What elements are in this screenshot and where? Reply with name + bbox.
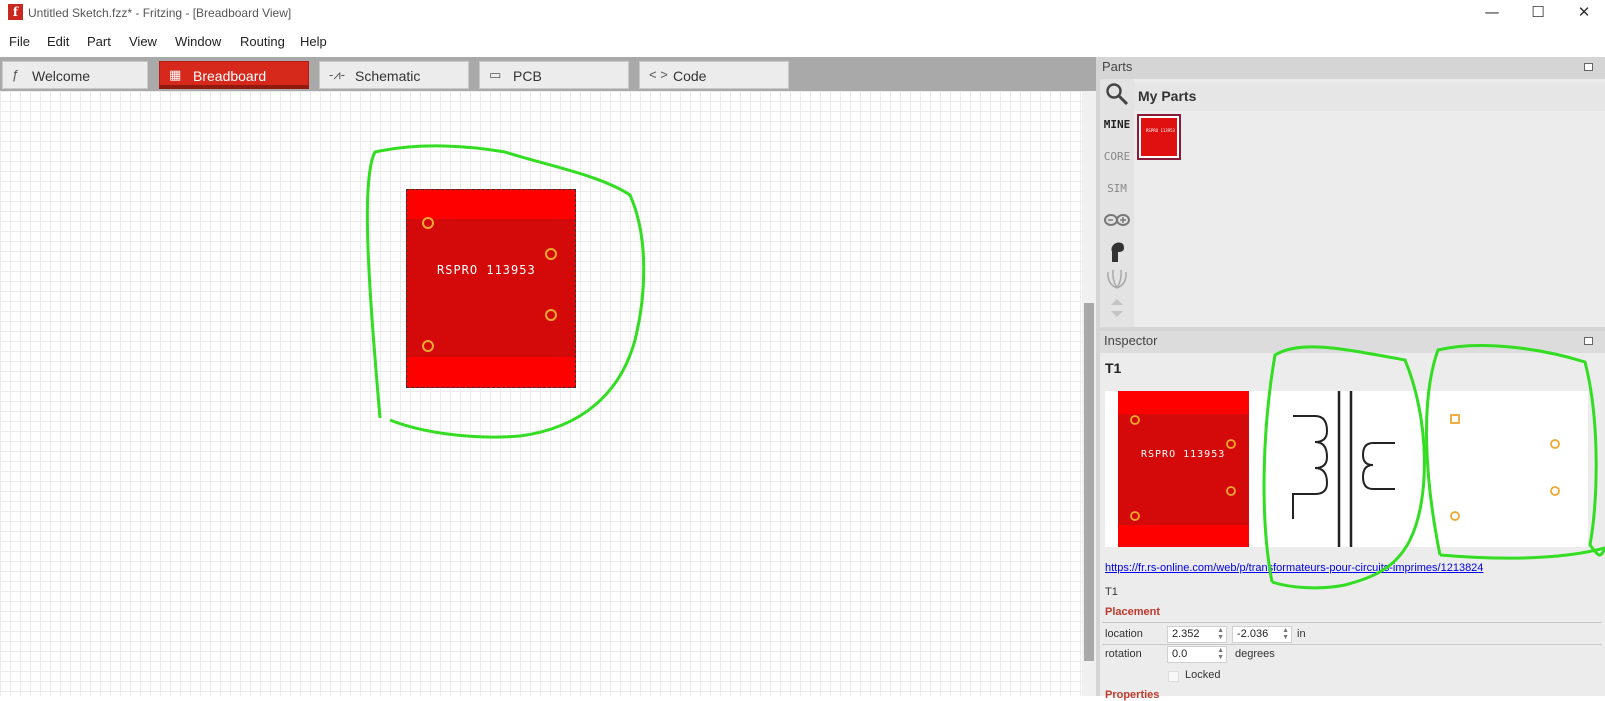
- parts-panel-title: Parts: [1102, 59, 1133, 74]
- close-icon: ✕: [1577, 3, 1591, 21]
- schematic-view-image: [1292, 391, 1395, 547]
- rotation-unit: degrees: [1235, 648, 1275, 660]
- menu-window[interactable]: Window: [175, 34, 221, 49]
- minimize-icon: —: [1484, 3, 1500, 21]
- menu-file[interactable]: File: [9, 34, 30, 49]
- inspector-part-title: T1: [1105, 360, 1122, 376]
- tab-breadboard[interactable]: ▦ Breadboard: [159, 61, 309, 89]
- location-y-input[interactable]: -2.036 ▲ ▼: [1232, 626, 1292, 643]
- part-body: [407, 219, 575, 357]
- transformer-part-breadboard[interactable]: RSPRO 113953: [406, 189, 576, 388]
- location-x-input[interactable]: 2.352 ▲ ▼: [1167, 626, 1227, 643]
- location-y-value: -2.036: [1237, 628, 1269, 640]
- rotation-value: 0.0: [1172, 648, 1188, 660]
- locked-checkbox[interactable]: [1168, 671, 1179, 682]
- part-pin[interactable]: [422, 340, 434, 352]
- close-button[interactable]: ✕: [1561, 0, 1605, 27]
- bin-header: [1134, 82, 1605, 111]
- part-label-value: T1: [1105, 586, 1118, 598]
- bin-part-thumbnail[interactable]: RSPRO 113953: [1137, 114, 1181, 160]
- inspector-title: Inspector: [1104, 333, 1158, 348]
- tab-breadboard-label: Breadboard: [193, 68, 267, 84]
- placement-header: Placement: [1105, 606, 1161, 618]
- tab-code[interactable]: < > Code: [639, 61, 789, 89]
- magnifier-icon[interactable]: [1104, 81, 1130, 107]
- menu-view[interactable]: View: [129, 34, 157, 49]
- pcb-icon: ▭: [489, 67, 502, 82]
- view-tab-bar: ƒ Welcome ▦ Breadboard -⩘- Schematic ▭ P…: [0, 57, 1096, 91]
- thumb-part-graphic: [1141, 118, 1177, 156]
- fritzing-hand-icon[interactable]: [1104, 238, 1130, 264]
- spin-arrows-icon[interactable]: ▲ ▼: [1217, 647, 1224, 661]
- breadboard-canvas[interactable]: [0, 91, 1082, 696]
- menu-bar: File Edit Part View Window Routing Help: [0, 28, 1605, 56]
- rotation-input[interactable]: 0.0 ▲ ▼: [1167, 646, 1227, 663]
- tab-pcb-label: PCB: [513, 68, 542, 84]
- spin-arrows-icon[interactable]: ▲ ▼: [1217, 627, 1224, 641]
- pcb-view-image: [1450, 414, 1560, 521]
- locked-label: Locked: [1185, 669, 1221, 681]
- inspector-title-bar: [1100, 331, 1605, 353]
- maximize-icon: ☐: [1531, 3, 1545, 21]
- tab-schematic-label: Schematic: [355, 68, 421, 84]
- bin-tab-sim[interactable]: SIM: [1100, 182, 1134, 195]
- tab-welcome-label: Welcome: [32, 68, 91, 84]
- tab-pcb[interactable]: ▭ PCB: [479, 61, 629, 89]
- part-pin[interactable]: [545, 309, 557, 321]
- bin-tab-core[interactable]: CORE: [1100, 150, 1134, 163]
- breadboard-grid-icon: ▦: [169, 67, 182, 82]
- part-pin[interactable]: [422, 217, 434, 229]
- menu-help[interactable]: Help: [300, 34, 327, 49]
- menu-routing[interactable]: Routing: [240, 34, 285, 49]
- properties-header: Properties: [1105, 689, 1160, 701]
- bin-tab-mine[interactable]: MINE: [1100, 118, 1134, 131]
- maximize-button[interactable]: ☐: [1515, 0, 1561, 27]
- part-datasheet-link[interactable]: https://fr.rs-online.com/web/p/transform…: [1105, 562, 1483, 574]
- bin-title: My Parts: [1138, 88, 1197, 104]
- code-brackets-icon: < >: [649, 67, 668, 82]
- fritzing-app-icon: f: [8, 4, 23, 20]
- float-panel-icon[interactable]: [1584, 63, 1593, 71]
- tab-schematic[interactable]: -⩘- Schematic: [319, 61, 469, 89]
- window-title: Untitled Sketch.fzz* - Fritzing - [Bread…: [28, 6, 292, 20]
- part-pin[interactable]: [545, 248, 557, 260]
- fritzing-f-icon: ƒ: [12, 67, 20, 82]
- location-unit: in: [1297, 628, 1306, 640]
- arduino-icon[interactable]: [1101, 210, 1133, 230]
- inspector-part-label-text: RSPRO 113953: [1141, 449, 1226, 460]
- location-x-value: 2.352: [1172, 628, 1200, 640]
- thumb-caption: RSPRO 113953: [1146, 128, 1175, 133]
- title-bar: f Untitled Sketch.fzz* - Fritzing - [Bre…: [0, 0, 1605, 27]
- divider: [1102, 622, 1602, 623]
- minimize-button[interactable]: —: [1469, 0, 1515, 27]
- menu-part[interactable]: Part: [87, 34, 111, 49]
- canvas-scrollbar-thumb[interactable]: [1084, 303, 1094, 661]
- seeed-icon[interactable]: [1103, 268, 1131, 290]
- breadboard-view-pins: [1130, 415, 1236, 521]
- scroll-arrows-icon[interactable]: [1104, 295, 1130, 321]
- menu-edit[interactable]: Edit: [47, 34, 69, 49]
- location-label: location: [1105, 628, 1143, 640]
- tab-welcome[interactable]: ƒ Welcome: [2, 61, 148, 89]
- tab-code-label: Code: [673, 68, 707, 84]
- part-label-text: RSPRO 113953: [437, 263, 536, 277]
- spin-arrows-icon[interactable]: ▲ ▼: [1282, 627, 1289, 641]
- resistor-icon: -⩘-: [329, 67, 345, 82]
- rotation-label: rotation: [1105, 648, 1142, 660]
- float-panel-icon[interactable]: [1584, 337, 1593, 345]
- divider: [1102, 644, 1602, 645]
